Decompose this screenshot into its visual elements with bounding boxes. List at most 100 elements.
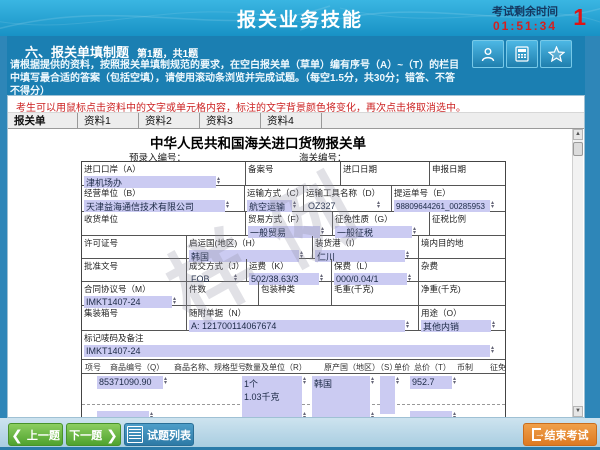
spinner-icon[interactable] — [173, 297, 176, 305]
tab-material-2[interactable]: 资料2 — [139, 113, 200, 128]
scroll-thumb[interactable] — [573, 142, 583, 156]
chevron-left-icon: ❮ — [11, 428, 23, 442]
toolbar — [472, 40, 572, 68]
spinner-icon[interactable] — [150, 412, 153, 417]
goods-qty-field — [242, 411, 306, 417]
field-pack-type: 包装种类 — [259, 282, 332, 305]
transport-mode-input[interactable]: 航空运输 — [247, 200, 292, 212]
goods-total-input[interactable] — [410, 411, 452, 417]
scroll-up-arrow[interactable]: ▲ — [573, 129, 583, 140]
table-row: 标记唛码及备注 IMKT1407-24 — [82, 331, 505, 360]
exam-timer: 考试剩余时间 01:51:34 — [492, 3, 558, 33]
field-trade-mode: 贸易方式（F） 一般贸易 — [246, 212, 333, 235]
question-list-button[interactable]: 试题列表 — [124, 423, 194, 446]
spinner-icon[interactable] — [303, 377, 306, 385]
spinner-icon[interactable] — [371, 377, 374, 385]
goods-origin-field — [312, 411, 374, 417]
content-stage: 六、报关单填制题第1题，共1题 请根据提供的资料，按照报关单填制规范的要求，在空… — [0, 36, 600, 418]
spinner-icon[interactable] — [408, 274, 411, 282]
goods-total-input[interactable]: 952.7 — [410, 376, 452, 389]
field-operator: 经营单位（B） 天津益海通信技术有限公司 — [82, 186, 245, 211]
spinner-icon[interactable] — [413, 227, 416, 235]
goods-code-input[interactable] — [97, 411, 149, 417]
spinner-icon[interactable] — [226, 201, 229, 209]
tab-declaration-form[interactable]: 报关单 — [8, 113, 78, 128]
section-title: 六、报关单填制题 — [25, 45, 129, 60]
goods-origin-input[interactable]: 韩国 — [312, 376, 370, 414]
hint-text: 考生可以用鼠标点击资料中的文字或单元格内容，标注的文字背景颜色将变化，再次点击将… — [8, 96, 584, 112]
transport-name-input[interactable]: OZ327 — [306, 200, 376, 212]
spinner-icon[interactable] — [377, 201, 380, 209]
spinner-icon[interactable] — [406, 251, 409, 259]
form-title: 中华人民共和国海关进口货物报关单 — [8, 132, 508, 152]
tab-material-4[interactable]: 资料4 — [261, 113, 322, 128]
goods-code-input[interactable]: 85371090.90 — [97, 376, 163, 389]
favorite-button[interactable] — [540, 40, 572, 68]
spinner-icon[interactable] — [396, 377, 399, 385]
table-row: 收货单位 贸易方式（F） 一般贸易 征免性质（G） 一般征税 征税比例 — [82, 212, 505, 236]
spinner-icon[interactable] — [164, 377, 167, 385]
spinner-icon[interactable] — [320, 274, 323, 282]
tab-bar: 报关单 资料1 资料2 资料3 资料4 — [8, 112, 584, 129]
next-question-button[interactable]: 下一题❯ — [66, 423, 121, 446]
bill-no-input[interactable]: 98809644261_00285953 — [394, 200, 490, 212]
spinner-icon[interactable] — [293, 201, 296, 209]
goods-origin-input[interactable] — [312, 411, 370, 417]
field-license-no: 许可证号 — [82, 236, 187, 258]
list-icon — [127, 426, 143, 443]
calculator-button[interactable] — [506, 40, 538, 68]
spinner-icon[interactable] — [453, 412, 456, 417]
field-net-weight: 净重(千克) — [419, 282, 505, 305]
goods-qty-input[interactable] — [242, 411, 302, 417]
tab-material-1[interactable]: 资料1 — [78, 113, 139, 128]
chevron-right-icon: ❯ — [106, 428, 118, 442]
spinner-icon[interactable] — [491, 201, 494, 209]
field-consignee: 收货单位 — [82, 212, 246, 235]
table-row: 许可证号 启运国(地区)（H） 韩国 装货港（I） 仁川 境内目的地 — [82, 236, 505, 259]
spinner-icon[interactable] — [300, 251, 303, 259]
field-contract-no: 合同协议号（M） IMKT1407-24 — [82, 282, 187, 305]
field-loading-port: 装货港（I） 仁川 — [313, 236, 419, 258]
goods-code-field — [97, 411, 153, 417]
goods-qty-field: 1个1.03千克 — [242, 376, 306, 414]
field-levy-nature: 征免性质（G） 一般征税 — [333, 212, 430, 235]
spinner-icon[interactable] — [371, 412, 374, 417]
field-import-port: 进口口岸（A） 津机场办 — [82, 162, 246, 185]
spinner-icon[interactable] — [453, 377, 456, 385]
spinner-icon[interactable] — [303, 412, 306, 417]
operator-input[interactable]: 天津益海通信技术有限公司 — [84, 200, 225, 212]
field-deal-terms: 成交方式（J） FOB — [187, 259, 247, 281]
goods-qty-input[interactable]: 1个1.03千克 — [242, 376, 302, 414]
field-transport-mode: 运输方式（C） 航空运输 — [245, 186, 304, 211]
field-approval-no: 批准文号 — [82, 259, 187, 281]
spinner-icon[interactable] — [321, 227, 324, 235]
goods-total-field — [410, 411, 456, 417]
marks-notes-input[interactable]: IMKT1407-24 — [84, 345, 490, 357]
spinner-icon[interactable] — [234, 274, 237, 282]
form-scrollbar[interactable]: ▲ ▼ — [572, 129, 583, 417]
spinner-icon[interactable] — [217, 177, 220, 185]
field-attached-docs: 随附单据（N） A: 121700114067674 — [187, 306, 419, 330]
spinner-icon[interactable] — [492, 321, 495, 329]
goods-origin-field: 韩国 — [312, 376, 374, 414]
user-button[interactable] — [472, 40, 504, 68]
goods-unit-price-input[interactable] — [380, 376, 395, 414]
user-icon — [481, 47, 495, 62]
table-row: 经营单位（B） 天津益海通信技术有限公司 运输方式（C） 航空运输 运输工具名称… — [82, 186, 505, 212]
prev-question-button[interactable]: ❮上一题 — [8, 423, 63, 446]
goods-table-body: 85371090.90 1个1.03千克 韩国 952.7 — [82, 374, 505, 417]
right-border-strip — [585, 36, 600, 418]
spinner-icon[interactable] — [406, 321, 409, 329]
spinner-icon[interactable] — [491, 346, 494, 354]
end-exam-button[interactable]: →结束考试 — [523, 423, 597, 446]
field-marks-notes: 标记唛码及备注 IMKT1407-24 — [82, 331, 505, 359]
question-panel: 考生可以用鼠标点击资料中的文字或单元格内容，标注的文字背景颜色将变化，再次点击将… — [7, 95, 585, 418]
calculator-icon — [515, 46, 529, 62]
field-domestic-dest: 境内目的地 — [419, 236, 505, 258]
tab-material-3[interactable]: 资料3 — [200, 113, 261, 128]
scroll-down-arrow[interactable]: ▼ — [573, 406, 583, 417]
field-departure-country: 启运国(地区)（H） 韩国 — [187, 236, 313, 258]
table-row: 集装箱号 随附单据（N） A: 121700114067674 用途（O） 其他… — [82, 306, 505, 331]
goods-code-field: 85371090.90 — [97, 376, 167, 389]
field-record-no: 备案号 — [246, 162, 341, 185]
